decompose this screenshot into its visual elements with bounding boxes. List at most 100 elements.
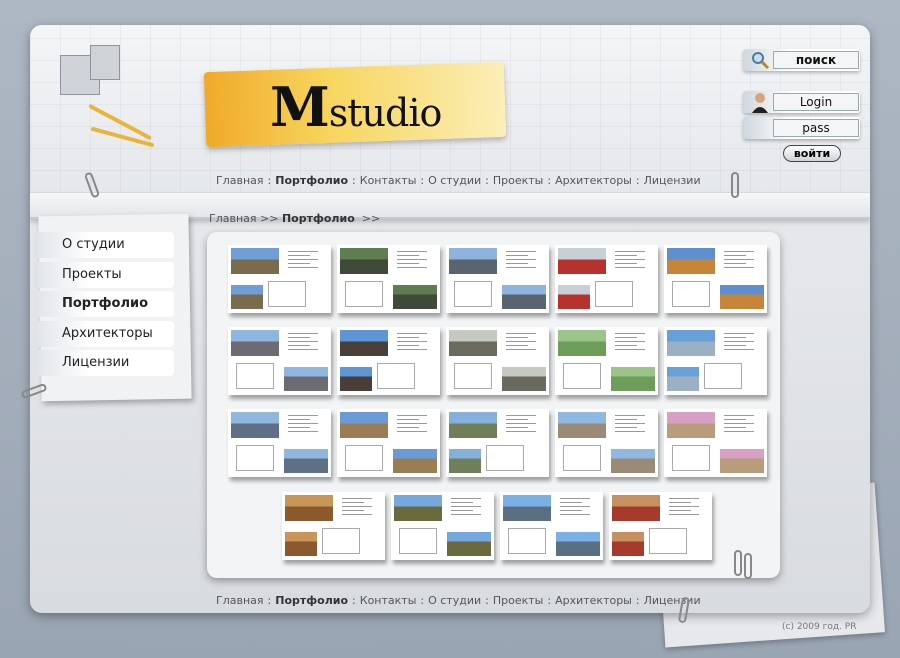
thumbnail-text [397, 345, 419, 346]
nav-link[interactable]: Главная [216, 594, 264, 607]
thumbnail-text [397, 341, 427, 342]
thumbnail-text [397, 349, 427, 350]
thumbnail-drawing [672, 281, 710, 307]
nav-link[interactable]: Контакты [360, 594, 417, 607]
nav-link[interactable]: Архитекторы [555, 174, 632, 187]
sidebar-item[interactable]: Архитекторы [34, 320, 174, 347]
thumbnail-text [397, 267, 427, 268]
thumbnail-text [288, 263, 310, 264]
thumbnail-text [615, 337, 637, 338]
thumbnail-text [397, 263, 419, 264]
nav-separator: : [547, 594, 552, 607]
thumbnail-text [288, 259, 318, 260]
portfolio-thumbnail[interactable] [337, 327, 440, 395]
thumbnail-text [451, 514, 481, 515]
thumbnail-text [615, 263, 637, 264]
thumbnail-photo [284, 367, 328, 391]
login-submit-button[interactable]: войти [783, 145, 841, 162]
portfolio-thumbnail[interactable] [337, 409, 440, 477]
password-field[interactable]: pass [773, 119, 859, 137]
portfolio-thumbnail[interactable] [282, 492, 385, 560]
sidebar-item[interactable]: Проекты [34, 261, 174, 288]
nav-link[interactable]: Архитекторы [555, 594, 632, 607]
portfolio-thumbnail[interactable] [446, 327, 549, 395]
thumbnail-drawing [563, 363, 601, 389]
thumbnail-photo [667, 367, 699, 391]
sidebar-item[interactable]: Лицензии [34, 350, 174, 376]
thumbnail-photo [612, 532, 644, 556]
portfolio-thumbnail[interactable] [609, 492, 712, 560]
thumbnail-text [724, 427, 746, 428]
thumbnail-text [342, 498, 372, 499]
thumbnail-photo [556, 532, 600, 556]
breadcrumb-home[interactable]: Главная [209, 212, 257, 225]
nav-separator: : [485, 594, 489, 607]
thumbnail-text [397, 337, 419, 338]
thumbnail-text [397, 255, 419, 256]
thumbnail-photo [667, 412, 715, 438]
portfolio-thumbnail[interactable] [337, 245, 440, 313]
login-field[interactable]: Login [773, 93, 859, 111]
thumbnail-text [669, 510, 691, 511]
nav-link[interactable]: Проекты [493, 174, 544, 187]
nav-link[interactable]: Лицензии [644, 594, 701, 607]
sidebar-item[interactable]: Портфолио [34, 291, 174, 317]
nav-separator: : [352, 594, 356, 607]
magnifier-icon[interactable] [750, 50, 770, 70]
thumbnail-text [288, 255, 310, 256]
thumbnail-photo [558, 330, 606, 356]
thumbnail-photo [449, 449, 481, 473]
sidebar-item[interactable]: О студии [34, 232, 174, 258]
portfolio-thumbnail[interactable] [500, 492, 603, 560]
thumbnail-drawing [454, 281, 492, 307]
thumbnail-photo [558, 248, 606, 274]
portfolio-thumbnail[interactable] [664, 327, 767, 395]
thumbnail-text [724, 337, 746, 338]
user-avatar-icon [750, 91, 770, 113]
thumbnail-text [506, 419, 528, 420]
search-button[interactable]: поиск [773, 51, 859, 69]
portfolio-thumbnail[interactable] [228, 327, 331, 395]
thumbnail-text [397, 419, 419, 420]
thumbnail-photo [340, 367, 372, 391]
thumbnail-photo [449, 330, 497, 356]
portfolio-thumbnail[interactable] [391, 492, 494, 560]
thumbnail-text [615, 345, 637, 346]
portfolio-thumbnail[interactable] [446, 245, 549, 313]
nav-link[interactable]: Портфолио [275, 174, 348, 187]
portfolio-thumbnail[interactable] [228, 245, 331, 313]
portfolio-thumbnail[interactable] [446, 409, 549, 477]
thumbnail-text [288, 419, 310, 420]
thumbnail-text [724, 415, 754, 416]
nav-separator: : [635, 174, 640, 187]
thumbnail-text [342, 514, 372, 515]
thumbnail-text [724, 349, 754, 350]
portfolio-thumbnail[interactable] [555, 409, 658, 477]
nav-separator: : [420, 174, 425, 187]
thumbnail-text [397, 415, 427, 416]
portfolio-thumbnail[interactable] [664, 409, 767, 477]
thumbnail-text [288, 267, 318, 268]
logo[interactable]: Mstudio [270, 75, 442, 139]
thumbnail-text [724, 423, 754, 424]
thumbnail-text [506, 345, 528, 346]
nav-link[interactable]: О студии [428, 174, 481, 187]
thumbnail-photo [285, 495, 333, 521]
thumbnail-text [506, 431, 536, 432]
thumbnail-drawing [236, 363, 274, 389]
thumbnail-text [506, 263, 528, 264]
portfolio-thumbnail[interactable] [664, 245, 767, 313]
nav-link[interactable]: Портфолио [275, 594, 348, 607]
portfolio-thumbnail[interactable] [228, 409, 331, 477]
nav-link[interactable]: Главная [216, 174, 264, 187]
nav-link[interactable]: Проекты [493, 594, 544, 607]
portfolio-thumbnail[interactable] [555, 245, 658, 313]
thumbnail-photo [340, 248, 388, 274]
thumbnail-photo [667, 248, 715, 274]
portfolio-thumbnail[interactable] [555, 327, 658, 395]
thumbnail-text [615, 423, 645, 424]
nav-link[interactable]: О студии [428, 594, 481, 607]
nav-link[interactable]: Лицензии [644, 174, 701, 187]
thumbnail-text [451, 498, 481, 499]
nav-link[interactable]: Контакты [360, 174, 417, 187]
